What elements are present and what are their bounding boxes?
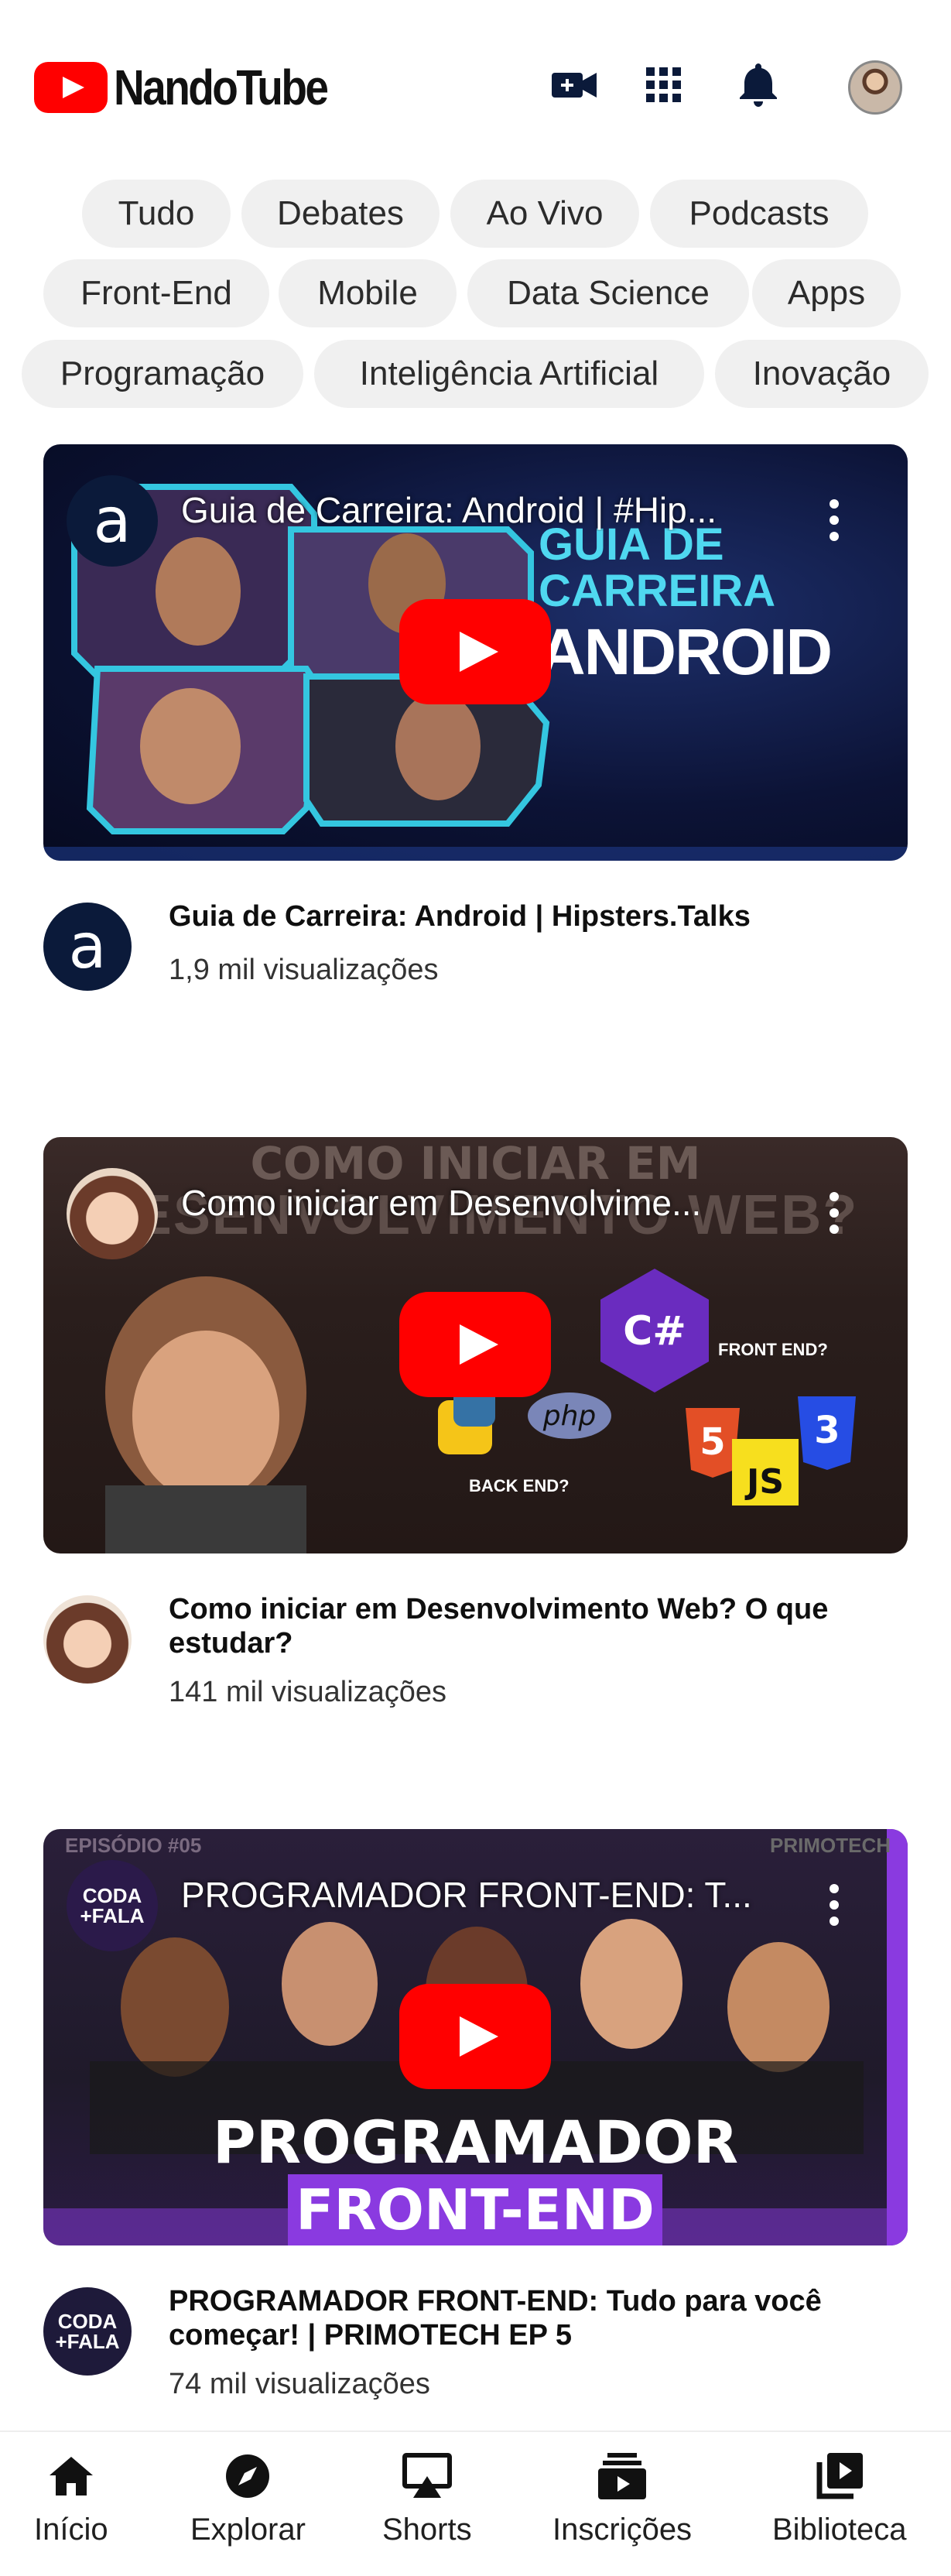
view-count: 74 mil visualizações — [169, 2368, 430, 2400]
svg-text:JS: JS — [744, 1462, 784, 1502]
video-title[interactable]: PROGRAMADOR FRONT-END: Tudo para você co… — [169, 2284, 850, 2352]
svg-text:5: 5 — [700, 1420, 725, 1464]
nav-item-home[interactable]: Início — [34, 2449, 108, 2547]
chip-tudo[interactable]: Tudo — [82, 180, 231, 248]
chip-debates[interactable]: Debates — [241, 180, 440, 248]
chip-row-3: Programação Inteligência Artificial Inov… — [0, 340, 951, 409]
thumbnail-caption-big: ANDROID — [539, 615, 833, 688]
video-thumbnail[interactable]: EPISÓDIO #05 PRIMOTECH PROGRAMADOR FRONT… — [43, 1829, 908, 2245]
nav-label: Biblioteca — [772, 2513, 907, 2547]
channel-avatar-overlay[interactable]: CODA +FALA — [67, 1860, 158, 1951]
notifications-bell-icon[interactable] — [735, 62, 782, 108]
more-options-icon[interactable] — [829, 498, 840, 542]
chip-inteligencia-artificial[interactable]: Inteligência Artificial — [314, 340, 704, 408]
top-app-bar: NandoTube — [0, 0, 951, 170]
play-logo-icon — [34, 62, 108, 113]
library-icon — [812, 2449, 867, 2503]
nav-label: Início — [34, 2513, 108, 2547]
nav-label: Inscrições — [552, 2513, 693, 2547]
thumbnail-label: BACK END? — [469, 1476, 570, 1495]
channel-avatar[interactable]: a — [43, 903, 132, 991]
more-options-icon[interactable] — [829, 1883, 840, 1927]
nav-label: Explorar — [190, 2513, 306, 2547]
play-button-icon[interactable] — [399, 599, 551, 704]
badge-line: +FALA — [55, 2330, 120, 2353]
nav-item-library[interactable]: Biblioteca — [772, 2449, 906, 2547]
chip-podcasts[interactable]: Podcasts — [650, 180, 868, 248]
chip-mobile[interactable]: Mobile — [279, 259, 457, 327]
bottom-navigation: Início Explorar Shorts Inscrições Biblio… — [0, 2430, 951, 2576]
thumbnail-label: FRONT END? — [718, 1340, 828, 1359]
channel-avatar[interactable]: CODA +FALA — [43, 2287, 132, 2376]
brand-logo[interactable]: NandoTube — [34, 59, 361, 116]
chip-row-2: Front-End Mobile Data Science Apps — [0, 259, 951, 329]
channel-avatar-overlay[interactable] — [67, 1168, 158, 1259]
badge-line: +FALA — [80, 1904, 145, 1927]
svg-text:php: php — [542, 1400, 597, 1432]
subscriptions-icon — [595, 2449, 649, 2503]
svg-text:a: a — [68, 910, 106, 982]
chip-apps[interactable]: Apps — [752, 259, 901, 327]
chip-ao-vivo[interactable]: Ao Vivo — [450, 180, 639, 248]
brand-name: NandoTube — [114, 60, 329, 115]
thumbnail-caption-big: PROGRAMADOR — [212, 2108, 739, 2177]
nav-item-shorts[interactable]: Shorts — [382, 2449, 472, 2547]
more-options-icon[interactable] — [829, 1191, 840, 1235]
explore-compass-icon — [221, 2449, 275, 2503]
chip-inovacao[interactable]: Inovação — [715, 340, 929, 408]
account-avatar[interactable] — [848, 60, 902, 115]
badge-line: CODA — [57, 2310, 118, 2333]
nav-item-explore[interactable]: Explorar — [190, 2449, 306, 2547]
chip-data-science[interactable]: Data Science — [467, 259, 749, 327]
channel-avatar[interactable] — [43, 1595, 132, 1684]
play-button-icon[interactable] — [399, 1292, 551, 1397]
chip-front-end[interactable]: Front-End — [43, 259, 269, 327]
overlay-title: Como iniciar em Desenvolvime... — [181, 1183, 702, 1223]
overlay-title: Guia de Carreira: Android | #Hip... — [181, 490, 717, 530]
play-button-icon[interactable] — [399, 1984, 551, 2089]
thumbnail-label: EPISÓDIO #05 — [65, 1834, 202, 1857]
shorts-cast-icon — [400, 2449, 454, 2503]
video-thumbnail[interactable]: COMO INICIAR EM DESENVOLVIMENTO WEB? C# … — [43, 1137, 908, 1553]
thumbnail-label: PRIMOTECH — [770, 1834, 891, 1857]
thumbnail-caption: GUIA DE CARREIRA — [539, 522, 775, 615]
home-icon — [44, 2449, 98, 2503]
svg-text:C#: C# — [623, 1308, 686, 1355]
video-title[interactable]: Guia de Carreira: Android | Hipsters.Tal… — [169, 899, 850, 933]
chip-programacao[interactable]: Programação — [22, 340, 303, 408]
badge-line: CODA — [82, 1884, 142, 1907]
overlay-title: PROGRAMADOR FRONT-END: T... — [181, 1875, 752, 1915]
svg-text:3: 3 — [814, 1409, 840, 1452]
view-count: 1,9 mil visualizações — [169, 954, 439, 986]
video-thumbnail[interactable]: GUIA DE CARREIRA ANDROID a Guia de Carre… — [43, 444, 908, 861]
upload-video-icon[interactable] — [551, 62, 597, 108]
chip-row-1: Tudo Debates Ao Vivo Podcasts — [0, 180, 951, 249]
thumbnail-caption-line: CARREIRA — [539, 566, 776, 616]
apps-grid-icon[interactable] — [641, 62, 687, 108]
video-title[interactable]: Como iniciar em Desenvolvimento Web? O q… — [169, 1592, 850, 1660]
view-count: 141 mil visualizações — [169, 1676, 447, 1708]
nav-item-subscriptions[interactable]: Inscrições — [552, 2449, 692, 2547]
nav-label: Shorts — [382, 2513, 472, 2547]
channel-avatar-overlay[interactable]: a — [67, 475, 158, 567]
svg-text:a: a — [93, 485, 131, 557]
thumbnail-caption-highlight: FRONT-END — [288, 2174, 662, 2245]
